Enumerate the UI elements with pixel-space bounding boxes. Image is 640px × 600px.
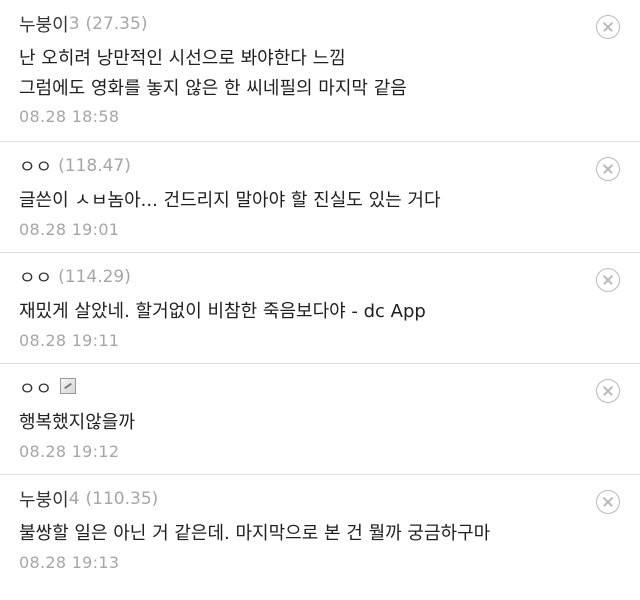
fixed-nick-icon <box>60 378 77 394</box>
comment-item: ㅇㅇ (114.29) 재밌게 살았네. 할거없이 비참한 죽음보다야 - dc… <box>0 253 640 364</box>
comment-text-line: 재밌게 살았네. 할거없이 비참한 죽음보다야 - dc App <box>19 301 426 322</box>
comment-body: 불쌍할 일은 아닌 거 같은데. 마지막으로 본 건 뭘까 궁금하구마 <box>19 519 490 549</box>
comment-date: 08.28 18:58 <box>19 107 120 126</box>
comment-date: 08.28 19:12 <box>19 442 120 461</box>
comment-date: 08.28 19:11 <box>19 331 120 350</box>
delete-comment-button[interactable] <box>596 379 620 403</box>
comment-nickname[interactable]: 누붕이 <box>19 11 69 37</box>
comment-date: 08.28 19:01 <box>19 220 120 239</box>
comment-date: 08.28 19:13 <box>19 553 120 572</box>
comment-text-line: 난 오히려 낭만적인 시선으로 봐야한다 느낌 <box>19 48 346 69</box>
comment-ip: (110.35) <box>85 489 159 509</box>
comment-ip: (118.47) <box>58 156 131 176</box>
delete-comment-button[interactable] <box>596 268 620 292</box>
comment-list: 누붕이 3 (27.35) 난 오히려 낭만적인 시선으로 봐야한다 느낌 그럼에… <box>0 0 640 586</box>
comment-nickname[interactable]: ㅇㅇ <box>19 375 52 401</box>
comment-body: 재밌게 살았네. 할거없이 비참한 죽음보다야 - dc App <box>19 297 426 327</box>
comment-ip: (27.35) <box>85 14 148 34</box>
comment-body: 난 오히려 낭만적인 시선으로 봐야한다 느낌 그럼에도 영화를 놓지 않은 한… <box>19 44 407 104</box>
delete-comment-button[interactable] <box>596 490 620 514</box>
comment-text-line: 그럼에도 영화를 놓지 않은 한 씨네필의 마지막 같음 <box>19 78 407 99</box>
comment-ip: (114.29) <box>58 267 131 287</box>
comment-item: 누붕이 3 (27.35) 난 오히려 낭만적인 시선으로 봐야한다 느낌 그럼에… <box>0 0 640 142</box>
nickname-level: 4 <box>68 489 80 509</box>
delete-comment-button[interactable] <box>596 157 620 181</box>
comment-header: 누붕이 3 (27.35) <box>19 10 147 38</box>
comment-text-line: 불쌍할 일은 아닌 거 같은데. 마지막으로 본 건 뭘까 궁금하구마 <box>19 523 491 544</box>
comment-item: ㅇㅇ (118.47) 글쓴이 ㅅㅂ놈아... 건드리지 말아야 할 진실도 있… <box>0 142 640 253</box>
delete-comment-button[interactable] <box>596 15 620 39</box>
comment-body: 행복했지않을까 <box>19 408 135 438</box>
comment-header: ㅇㅇ (114.29) <box>19 263 131 291</box>
comment-text-line: 행복했지않을까 <box>19 412 135 433</box>
comment-nickname[interactable]: ㅇㅇ <box>19 153 52 179</box>
comment-item: 누붕이 4 (110.35) 불쌍할 일은 아닌 거 같은데. 마지막으로 본 건… <box>0 475 640 586</box>
comment-header: ㅇㅇ <box>19 374 77 402</box>
nickname-level: 3 <box>68 14 80 34</box>
comment-nickname[interactable]: 누붕이 <box>19 486 69 512</box>
comment-header: ㅇㅇ (118.47) <box>19 152 131 180</box>
comment-header: 누붕이 4 (110.35) <box>19 485 158 513</box>
comment-body: 글쓴이 ㅅㅂ놈아... 건드리지 말아야 할 진실도 있는 거다 <box>19 186 441 216</box>
comment-item: ㅇㅇ 행복했지않을까 08.28 19:12 <box>0 364 640 475</box>
comment-nickname[interactable]: ㅇㅇ <box>19 264 52 290</box>
comment-text-line: 글쓴이 ㅅㅂ놈아... 건드리지 말아야 할 진실도 있는 거다 <box>19 190 441 211</box>
